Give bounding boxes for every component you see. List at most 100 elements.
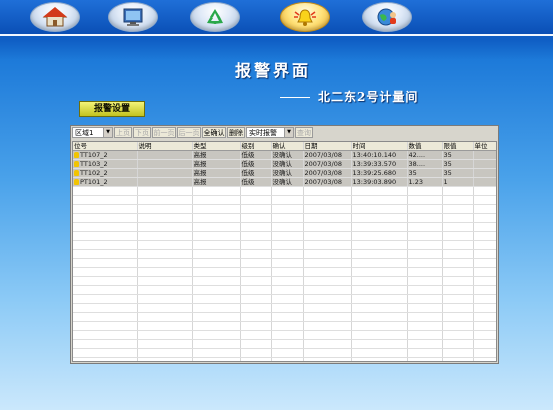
table-cell: 没确认 <box>271 150 304 160</box>
table-cell: 低级 <box>240 159 272 169</box>
table-cell: 2007/03/08 <box>303 177 352 187</box>
nav-user-button[interactable] <box>362 2 412 32</box>
table-row[interactable]: PT101_2 高报 低级 没确认 2007/03/08 13:39:03.890 1.23… <box>73 177 496 187</box>
col-header-time[interactable]: 时间 <box>351 142 408 151</box>
table-cell <box>192 213 241 223</box>
table-cell <box>240 348 272 358</box>
alarm-table-body: TT107_2 高报 低级 没确认 2007/03/08 13:40:10.140 42..… <box>73 150 496 361</box>
nav-monitor-button[interactable] <box>108 2 158 32</box>
table-cell <box>351 321 408 331</box>
table-cell-text: 没确认 <box>272 178 293 186</box>
table-cell <box>303 240 352 250</box>
table-cell <box>473 267 496 277</box>
area-select[interactable]: 区域1 ▼ <box>72 127 113 138</box>
table-cell <box>442 240 474 250</box>
table-cell <box>473 321 496 331</box>
subtitle-dash <box>280 97 310 98</box>
empty-table-row <box>73 240 496 250</box>
table-cell <box>73 267 138 277</box>
chevron-down-icon[interactable]: ▼ <box>103 128 112 137</box>
table-cell <box>351 339 408 349</box>
table-cell <box>442 249 474 259</box>
table-cell <box>407 222 443 232</box>
table-cell <box>473 357 496 361</box>
next-page-button[interactable]: 后一页 <box>177 127 201 138</box>
table-cell: 高报 <box>192 150 241 160</box>
delete-button[interactable]: 删除 <box>227 127 245 138</box>
top-page-button[interactable]: 上页 <box>114 127 132 138</box>
table-cell <box>473 303 496 313</box>
col-header-date[interactable]: 日期 <box>303 142 352 151</box>
table-cell <box>271 321 304 331</box>
col-header-tag[interactable]: 位号 <box>73 142 138 151</box>
table-cell <box>407 276 443 286</box>
subtitle-text: 北二东2号计量间 <box>318 90 419 104</box>
monitor-icon <box>123 8 143 26</box>
table-cell <box>192 312 241 322</box>
table-cell <box>240 357 272 361</box>
table-cell <box>473 186 496 196</box>
col-header-confirm[interactable]: 确认 <box>271 142 304 151</box>
nav-home-button[interactable] <box>30 2 80 32</box>
table-cell <box>73 204 138 214</box>
table-cell <box>192 321 241 331</box>
col-header-limit[interactable]: 限值 <box>442 142 474 151</box>
table-cell <box>407 267 443 277</box>
table-cell <box>137 150 193 160</box>
table-cell <box>442 231 474 241</box>
table-cell <box>192 357 241 361</box>
table-cell <box>271 240 304 250</box>
table-cell-text: 35 <box>443 151 452 159</box>
table-cell <box>303 321 352 331</box>
table-cell <box>240 249 272 259</box>
table-cell <box>473 258 496 268</box>
table-cell <box>407 240 443 250</box>
table-cell <box>73 348 138 358</box>
table-cell: 低级 <box>240 177 272 187</box>
col-header-type[interactable]: 类型 <box>192 142 241 151</box>
alarm-settings-button[interactable]: 报警设置 <box>79 101 145 117</box>
bottom-page-button[interactable]: 下页 <box>133 127 151 138</box>
col-header-value[interactable]: 数值 <box>407 142 443 151</box>
table-cell <box>303 186 352 196</box>
table-cell <box>73 195 138 205</box>
page-title: 报警界面 <box>235 61 312 80</box>
table-cell <box>240 285 272 295</box>
globe-user-icon <box>377 8 396 26</box>
table-cell-text: 低级 <box>241 160 255 168</box>
table-row[interactable]: TT103_2 高报 低级 没确认 2007/03/08 13:39:33.570 38..… <box>73 159 496 169</box>
table-row[interactable]: TT107_2 高报 低级 没确认 2007/03/08 13:40:10.140 42..… <box>73 150 496 160</box>
prev-page-button[interactable]: 前一页 <box>152 127 176 138</box>
table-cell <box>303 267 352 277</box>
mode-select[interactable]: 实时报警 ▼ <box>246 127 294 138</box>
table-cell <box>351 330 408 340</box>
table-row[interactable]: TT102_2 高报 低级 没确认 2007/03/08 13:39:25.680 35 35 <box>73 168 496 178</box>
table-cell <box>303 204 352 214</box>
table-cell <box>73 321 138 331</box>
col-header-level[interactable]: 级别 <box>240 142 272 151</box>
query-button[interactable]: 查询 <box>295 127 313 138</box>
table-cell <box>407 339 443 349</box>
table-cell <box>192 231 241 241</box>
table-cell: 13:39:25.680 <box>351 168 408 178</box>
table-cell: TT107_2 <box>73 150 138 160</box>
table-cell <box>240 240 272 250</box>
table-cell <box>303 213 352 223</box>
table-cell <box>137 159 193 169</box>
table-cell <box>192 294 241 304</box>
table-cell <box>407 294 443 304</box>
table-cell <box>137 177 193 187</box>
table-cell <box>192 258 241 268</box>
col-header-unit[interactable]: 单位 <box>473 142 496 151</box>
confirm-all-button[interactable]: 全确认 <box>202 127 226 138</box>
table-cell <box>351 267 408 277</box>
chevron-down-icon[interactable]: ▼ <box>284 128 293 137</box>
table-cell <box>192 285 241 295</box>
table-cell <box>442 357 474 361</box>
col-header-desc[interactable]: 说明 <box>137 142 193 151</box>
nav-recycle-button[interactable] <box>190 2 240 32</box>
table-cell <box>303 330 352 340</box>
table-cell <box>303 357 352 361</box>
table-cell <box>73 303 138 313</box>
nav-alarm-button[interactable] <box>280 2 330 32</box>
